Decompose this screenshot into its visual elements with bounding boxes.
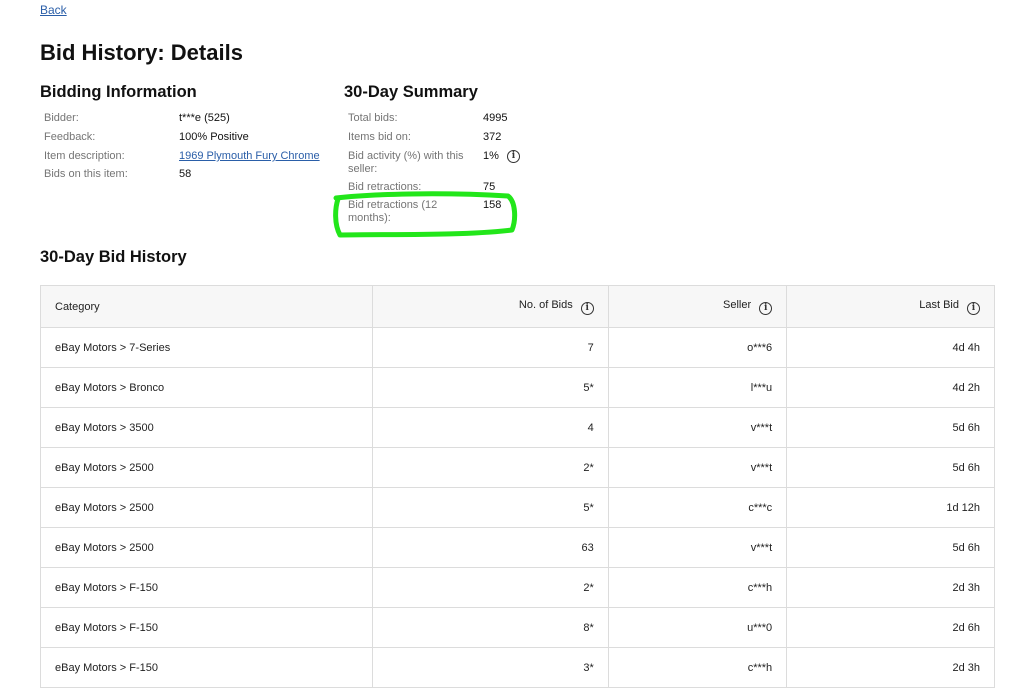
last-bid-cell: 5d 6h — [786, 527, 995, 568]
bids-cell: 2* — [371, 447, 609, 488]
seller-cell: v***t — [607, 447, 788, 488]
table-row: eBay Motors > F-150 8* u***0 2d 6h — [40, 607, 995, 648]
bids-on-item-label: Bids on this item: — [44, 168, 128, 180]
item-description-label: Item description: — [44, 150, 125, 162]
bidding-information-section: Bidding Information — [40, 83, 197, 102]
category-cell: eBay Motors > F-150 — [40, 607, 373, 648]
bids-cell: 7 — [371, 327, 609, 368]
seller-cell: v***t — [607, 527, 788, 568]
category-cell: eBay Motors > Bronco — [40, 367, 373, 408]
seller-cell: u***0 — [607, 607, 788, 648]
last-bid-cell: 2d 3h — [786, 647, 995, 688]
total-bids-value: 4995 — [483, 112, 508, 124]
feedback-label: Feedback: — [44, 131, 96, 143]
bid-activity-value: 1% — [483, 150, 499, 162]
category-cell: eBay Motors > 7-Series — [40, 327, 373, 368]
bids-cell: 5* — [371, 367, 609, 408]
bids-cell: 8* — [371, 607, 609, 648]
seller-cell: o***6 — [607, 327, 788, 368]
bids-cell: 2* — [371, 567, 609, 608]
last-bid-cell: 4d 4h — [786, 327, 995, 368]
back-link[interactable]: Back — [40, 3, 67, 17]
summary-heading: 30-Day Summary — [344, 83, 478, 101]
column-header-last-bid: Last Bid i — [786, 285, 995, 328]
last-bid-cell: 2d 6h — [786, 607, 995, 648]
category-cell: eBay Motors > F-150 — [40, 647, 373, 688]
column-header-category: Category — [40, 285, 373, 328]
table-row: eBay Motors > 7-Series 7 o***6 4d 4h — [40, 327, 995, 368]
bids-cell: 4 — [371, 407, 609, 448]
table-row: eBay Motors > F-150 2* c***h 2d 3h — [40, 567, 995, 608]
table-header-row: Category No. of Bids i Seller i Last Bid i — [40, 285, 995, 328]
info-icon[interactable]: i — [580, 301, 594, 315]
seller-cell: l***u — [607, 367, 788, 408]
info-icon[interactable]: i — [759, 301, 773, 315]
bid-retractions-12m-label: Bid retractions (12 months): — [348, 199, 438, 224]
category-cell: eBay Motors > 2500 — [40, 447, 373, 488]
bids-cell: 5* — [371, 487, 609, 528]
bid-retractions-12m-value: 158 — [483, 199, 502, 211]
last-bid-cell: 5d 6h — [786, 447, 995, 488]
table-row: eBay Motors > 2500 63 v***t 5d 6h — [40, 527, 995, 568]
column-label: Category — [55, 300, 100, 313]
table-row: eBay Motors > F-150 3* c***h 2d 3h — [40, 647, 995, 688]
category-cell: eBay Motors > 2500 — [40, 487, 373, 528]
bids-cell: 3* — [371, 647, 609, 688]
bidder-label: Bidder: — [44, 112, 79, 124]
table-row: eBay Motors > 2500 2* v***t 5d 6h — [40, 447, 995, 488]
last-bid-cell: 1d 12h — [786, 487, 995, 528]
seller-cell: c***h — [607, 647, 788, 688]
column-label: Last Bid — [919, 298, 959, 311]
feedback-value: 100% Positive — [179, 131, 249, 143]
bid-retractions-label: Bid retractions: — [348, 181, 422, 193]
bid-history-heading: 30-Day Bid History — [40, 248, 187, 266]
info-icon[interactable]: i — [967, 301, 980, 315]
items-bid-on-value: 372 — [483, 131, 502, 143]
page-title: Bid History: Details — [40, 40, 243, 65]
bid-retractions-value: 75 — [483, 181, 496, 193]
seller-cell: c***c — [607, 487, 788, 528]
summary-section: 30-Day Summary — [344, 83, 478, 102]
last-bid-cell: 2d 3h — [786, 567, 995, 608]
bids-on-item-value: 58 — [179, 168, 192, 180]
bidding-information-heading: Bidding Information — [40, 83, 197, 101]
seller-cell: v***t — [607, 407, 788, 448]
category-cell: eBay Motors > 3500 — [40, 407, 373, 448]
last-bid-cell: 4d 2h — [786, 367, 995, 408]
column-header-bids: No. of Bids i — [371, 285, 609, 328]
table-row: eBay Motors > Bronco 5* l***u 4d 2h — [40, 367, 995, 408]
total-bids-label: Total bids: — [348, 112, 398, 124]
bids-cell: 63 — [371, 527, 609, 568]
bidder-value: t***e (525) — [179, 112, 230, 124]
seller-cell: c***h — [607, 567, 788, 608]
table-row: eBay Motors > 2500 5* c***c 1d 12h — [40, 487, 995, 528]
column-header-seller: Seller i — [607, 285, 788, 328]
table-row: eBay Motors > 3500 4 v***t 5d 6h — [40, 407, 995, 448]
column-label: Seller — [723, 298, 752, 311]
column-label: No. of Bids — [518, 298, 573, 311]
last-bid-cell: 5d 6h — [786, 407, 995, 448]
items-bid-on-label: Items bid on: — [348, 131, 411, 143]
info-icon[interactable]: i — [507, 150, 520, 163]
bid-history-table: Category No. of Bids i Seller i Last Bid i … — [40, 285, 995, 688]
category-cell: eBay Motors > F-150 — [40, 567, 373, 608]
category-cell: eBay Motors > 2500 — [40, 527, 373, 568]
bid-activity-label: Bid activity (%) with this seller: — [348, 150, 464, 175]
item-description-link[interactable]: 1969 Plymouth Fury Chrome — [179, 150, 320, 163]
